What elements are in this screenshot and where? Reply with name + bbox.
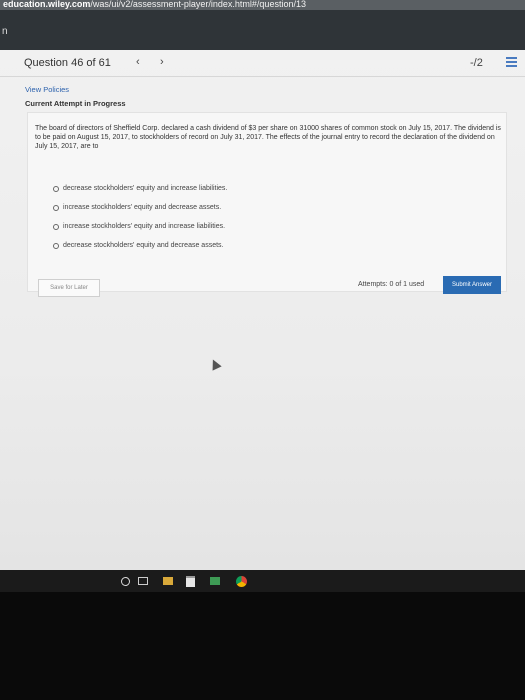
answer-option-1[interactable]: decrease stockholders' equity and increa… [53,185,227,192]
answer-option-label: decrease stockholders' equity and decrea… [63,242,224,249]
view-policies-link[interactable]: View Policies [25,85,69,94]
browser-toolbar: n [0,10,525,50]
submit-answer-button[interactable]: Submit Answer [443,276,501,294]
store-icon[interactable] [184,575,196,587]
question-list-icon[interactable] [506,57,517,69]
radio-button[interactable] [53,204,59,211]
desk-background [0,592,525,700]
url-text: education.wiley.com/was/ui/v2/assessment… [3,0,306,9]
question-panel: The board of directors of Sheffield Corp… [27,112,507,292]
attempt-status: Current Attempt in Progress [25,99,126,108]
radio-button[interactable] [53,185,59,192]
question-title: Question 46 of 61 [24,57,111,69]
windows-taskbar [0,570,525,592]
file-explorer-icon[interactable] [162,575,174,587]
radio-button[interactable] [53,242,59,249]
answer-option-3[interactable]: increase stockholders' equity and increa… [53,223,225,230]
question-text: The board of directors of Sheffield Corp… [35,125,501,150]
attempts-counter: Attempts: 0 of 1 used [358,281,425,288]
answer-option-2[interactable]: increase stockholders' equity and decrea… [53,204,221,211]
chrome-icon[interactable] [234,575,248,587]
save-for-later-button[interactable]: Save for Later [38,279,100,297]
next-question-button[interactable]: › [160,56,164,68]
previous-question-button[interactable]: ‹ [136,56,140,68]
assessment-page: Question 46 of 61 ‹ › -/2 View Policies … [0,50,525,570]
question-header: Question 46 of 61 ‹ › -/2 [0,50,525,77]
answer-option-label: increase stockholders' equity and increa… [63,223,226,230]
browser-url-bar[interactable]: education.wiley.com/was/ui/v2/assessment… [0,0,525,10]
cortana-icon[interactable] [120,575,130,587]
mouse-cursor-icon [208,357,222,371]
photos-icon[interactable] [209,575,221,587]
radio-button[interactable] [53,223,59,230]
answer-option-label: decrease stockholders' equity and increa… [63,185,228,192]
menu-icon[interactable]: n [2,26,8,37]
answer-option-4[interactable]: decrease stockholders' equity and decrea… [53,242,223,249]
task-view-icon[interactable] [137,575,149,587]
question-score: -/2 [470,57,483,69]
answer-option-label: increase stockholders' equity and decrea… [63,204,222,211]
